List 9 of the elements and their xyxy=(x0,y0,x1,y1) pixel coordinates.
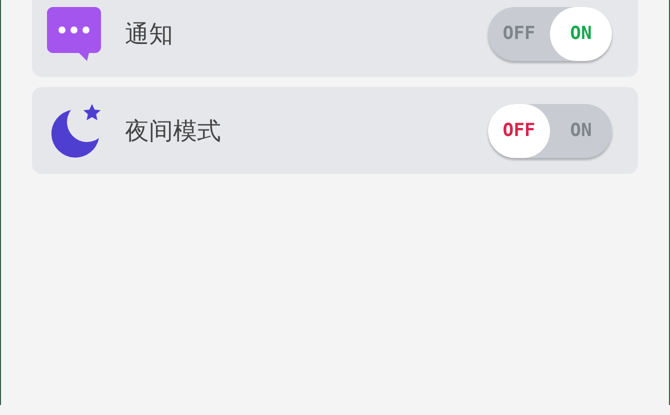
off-label: OFF xyxy=(488,104,550,158)
on-label: ON xyxy=(569,119,593,143)
toggle-switch[interactable]: OFF ON xyxy=(488,6,612,60)
on-label: ON xyxy=(550,6,612,60)
chat-icon xyxy=(45,4,103,62)
toggle-switch[interactable]: OFF ON xyxy=(488,104,612,158)
setting-label: 夜间模式 xyxy=(125,116,221,146)
setting-label: 通知 xyxy=(125,18,173,50)
off-label: OFF xyxy=(502,22,536,46)
